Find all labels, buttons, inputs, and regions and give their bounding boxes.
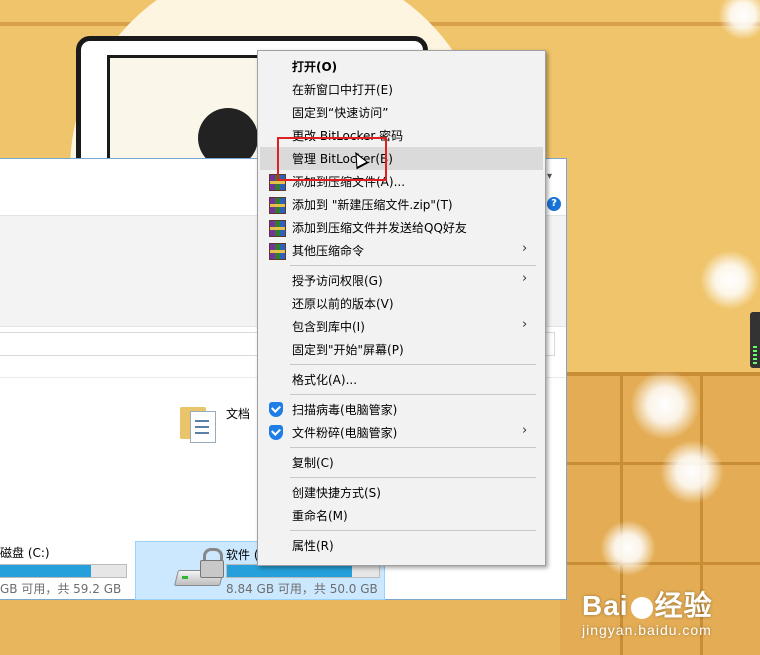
- ribbon-collapse-icon[interactable]: ▾: [547, 171, 552, 182]
- menu-item-rename[interactable]: 重命名(M): [260, 504, 543, 527]
- help-icon[interactable]: ?: [547, 197, 561, 211]
- bitlocker-drive-icon: [174, 548, 224, 592]
- drive-c-usage-bar: [0, 564, 127, 578]
- menu-separator: [290, 394, 536, 395]
- menu-item-grant-access[interactable]: 授予访问权限(G) ›: [260, 269, 543, 292]
- menu-item-open[interactable]: 打开(O): [260, 55, 543, 78]
- menu-item-format[interactable]: 格式化(A)...: [260, 368, 543, 391]
- submenu-arrow-icon: ›: [522, 271, 528, 286]
- menu-item-file-shredder[interactable]: 文件粉碎(电脑管家) ›: [260, 421, 543, 444]
- menu-item-open-new-window[interactable]: 在新窗口中打开(E): [260, 78, 543, 101]
- winrar-icon: [269, 220, 286, 237]
- context-menu: 打开(O) 在新窗口中打开(E) 固定到“快速访问” 更改 BitLocker …: [257, 50, 546, 566]
- drive-d-usage-bar: [226, 564, 380, 578]
- menu-item-add-and-send-qq[interactable]: 添加到压缩文件并发送给QQ好友: [260, 216, 543, 239]
- menu-item-create-shortcut[interactable]: 创建快捷方式(S): [260, 481, 543, 504]
- documents-folder-label[interactable]: 文档: [226, 405, 250, 422]
- volume-indicator: [750, 312, 760, 368]
- menu-item-include-in-library[interactable]: 包含到库中(I) ›: [260, 315, 543, 338]
- menu-item-pin-start[interactable]: 固定到"开始"屏幕(P): [260, 338, 543, 361]
- menu-item-pin-quick-access[interactable]: 固定到“快速访问”: [260, 101, 543, 124]
- submenu-arrow-icon: ›: [522, 317, 528, 332]
- menu-item-restore-versions[interactable]: 还原以前的版本(V): [260, 292, 543, 315]
- bokeh-light: [600, 520, 656, 576]
- shield-icon: [269, 425, 283, 440]
- bokeh-light: [630, 370, 700, 440]
- submenu-arrow-icon: ›: [522, 241, 528, 256]
- menu-item-copy[interactable]: 复制(C): [260, 451, 543, 474]
- menu-separator: [290, 477, 536, 478]
- winrar-icon: [269, 197, 286, 214]
- menu-item-scan-virus[interactable]: 扫描病毒(电脑管家): [260, 398, 543, 421]
- drive-c-label[interactable]: 磁盘 (C:): [0, 544, 50, 561]
- drive-d-free-space: 8.84 GB 可用，共 50.0 GB: [226, 582, 378, 596]
- bokeh-light: [700, 250, 760, 310]
- menu-item-properties[interactable]: 属性(R): [260, 534, 543, 557]
- menu-separator: [290, 447, 536, 448]
- menu-item-add-to-zip[interactable]: 添加到 "新建压缩文件.zip"(T): [260, 193, 543, 216]
- paw-icon: [630, 596, 653, 619]
- menu-separator: [290, 265, 536, 266]
- highlight-annotation-box: [277, 137, 387, 181]
- submenu-arrow-icon: ›: [522, 423, 528, 438]
- bokeh-light: [660, 440, 724, 504]
- menu-item-other-compress[interactable]: 其他压缩命令 ›: [260, 239, 543, 262]
- drive-d-label: 软件 (: [226, 548, 259, 562]
- baidu-watermark: Bai 经验 jingyan.baidu.com: [582, 584, 713, 638]
- watermark-url: jingyan.baidu.com: [582, 622, 712, 638]
- shield-icon: [269, 402, 283, 417]
- menu-separator: [290, 364, 536, 365]
- lock-icon: [200, 560, 224, 578]
- documents-folder-icon[interactable]: [180, 401, 216, 443]
- winrar-icon: [269, 243, 286, 260]
- menu-separator: [290, 530, 536, 531]
- drive-c-free-space: GB 可用，共 59.2 GB: [0, 582, 122, 596]
- watermark-logo: Bai 经验: [582, 590, 713, 621]
